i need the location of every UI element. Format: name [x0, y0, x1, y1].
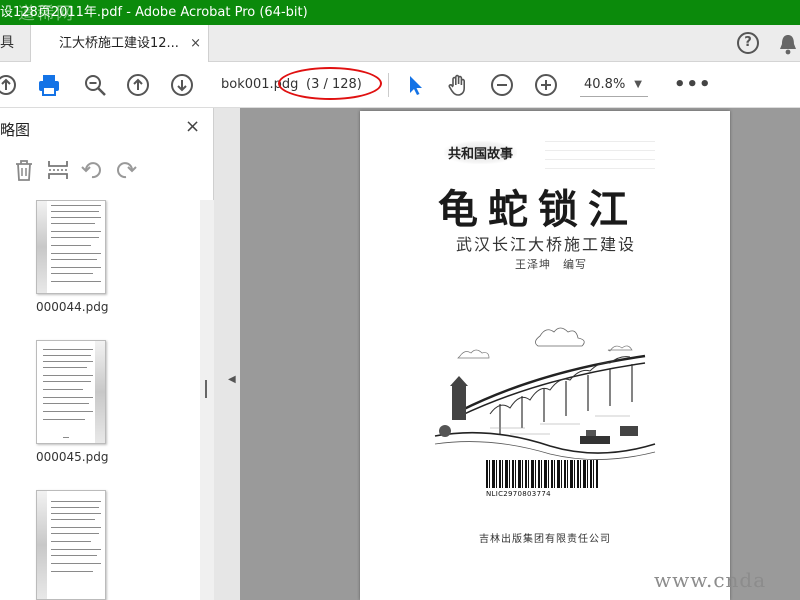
zoom-out-icon[interactable]	[490, 73, 514, 97]
tab-close-icon[interactable]: ×	[190, 25, 201, 62]
next-page-icon[interactable]	[170, 73, 194, 97]
thumbnail-scrollbar[interactable]	[200, 200, 214, 600]
panel-toolbar	[10, 158, 210, 188]
upload-icon[interactable]	[0, 73, 18, 97]
thumbnail-label: 000045.pdg	[36, 450, 109, 464]
thumbnail-illustration	[37, 201, 47, 293]
barcode	[486, 460, 598, 488]
panel-collapse-strip[interactable]: ◀	[214, 108, 240, 600]
bleed-through-text	[545, 141, 655, 177]
thumbnail-illustration	[37, 491, 47, 599]
bridge-illustration	[434, 327, 656, 460]
trash-icon[interactable]	[12, 158, 36, 182]
panel-title: 略图	[0, 121, 31, 139]
hand-tool-icon[interactable]	[446, 73, 470, 97]
document-view: ◀ 共和国故事 龟蛇锁江 武汉长江大桥施工建设 王泽坤 编写 NLIC29708…	[205, 108, 800, 600]
print-icon[interactable]	[37, 73, 61, 97]
tab-document[interactable]: 江大桥施工建设12... ×	[31, 25, 209, 63]
rotate-right-icon[interactable]	[114, 158, 138, 182]
page-thumbnail[interactable]	[36, 340, 106, 444]
rotate-left-icon[interactable]	[80, 158, 104, 182]
zoom-out-search-icon[interactable]	[83, 73, 107, 97]
thumbnail-illustration	[95, 341, 105, 443]
page-thumbnail[interactable]	[36, 200, 106, 294]
toolbar-divider	[388, 73, 389, 97]
red-annotation-ellipse	[278, 67, 382, 100]
panel-close-icon[interactable]: ×	[185, 116, 200, 137]
page-thumbnail[interactable]	[36, 490, 106, 600]
help-icon[interactable]: ?	[737, 32, 759, 54]
bell-icon[interactable]	[778, 33, 798, 55]
book-title: 龟蛇锁江	[438, 186, 638, 233]
collapse-arrow-icon[interactable]: ◀	[228, 374, 236, 385]
book-publisher: 吉林出版集团有限责任公司	[479, 534, 611, 545]
top-watermark: 道稀网	[18, 4, 75, 24]
bottom-watermark: www.cnda	[654, 568, 767, 592]
chevron-down-icon: ▼	[634, 79, 642, 90]
extract-pages-icon[interactable]	[46, 158, 70, 182]
previous-page-icon[interactable]	[126, 73, 150, 97]
tab-bar: 具 江大桥施工建设12... × ?	[0, 25, 800, 63]
select-cursor-icon[interactable]	[404, 73, 428, 97]
tab-document-label: 江大桥施工建设12...	[59, 36, 179, 51]
book-author: 王泽坤 编写	[515, 258, 587, 271]
window-titlebar: 设128页2011年.pdf - Adobe Acrobat Pro (64-b…	[0, 0, 800, 25]
zoom-in-icon[interactable]	[534, 73, 558, 97]
book-series-label: 共和国故事	[444, 141, 518, 164]
thumbnail-label: 000044.pdg	[36, 300, 109, 314]
pdf-page: 共和国故事 龟蛇锁江 武汉长江大桥施工建设 王泽坤 编写 NLIC2970803…	[360, 111, 730, 600]
more-options-icon[interactable]: •••	[674, 74, 712, 95]
panel-resize-handle[interactable]	[205, 380, 207, 398]
zoom-level-select[interactable]: 40.8% ▼	[580, 75, 648, 97]
main-toolbar: bok001.pdg (3 / 128) 40.8% ▼ •••	[0, 62, 800, 108]
thumbnails-panel: 略图 × 000044.pdg 000045.pdg	[0, 108, 214, 600]
thumbnail-list: 000044.pdg 000045.pdg	[0, 200, 200, 600]
book-subtitle: 武汉长江大桥施工建设	[456, 235, 637, 254]
tab-home[interactable]: 具	[0, 25, 31, 62]
barcode-number: NLIC2970803774	[486, 490, 551, 498]
zoom-level-value: 40.8%	[584, 77, 626, 92]
